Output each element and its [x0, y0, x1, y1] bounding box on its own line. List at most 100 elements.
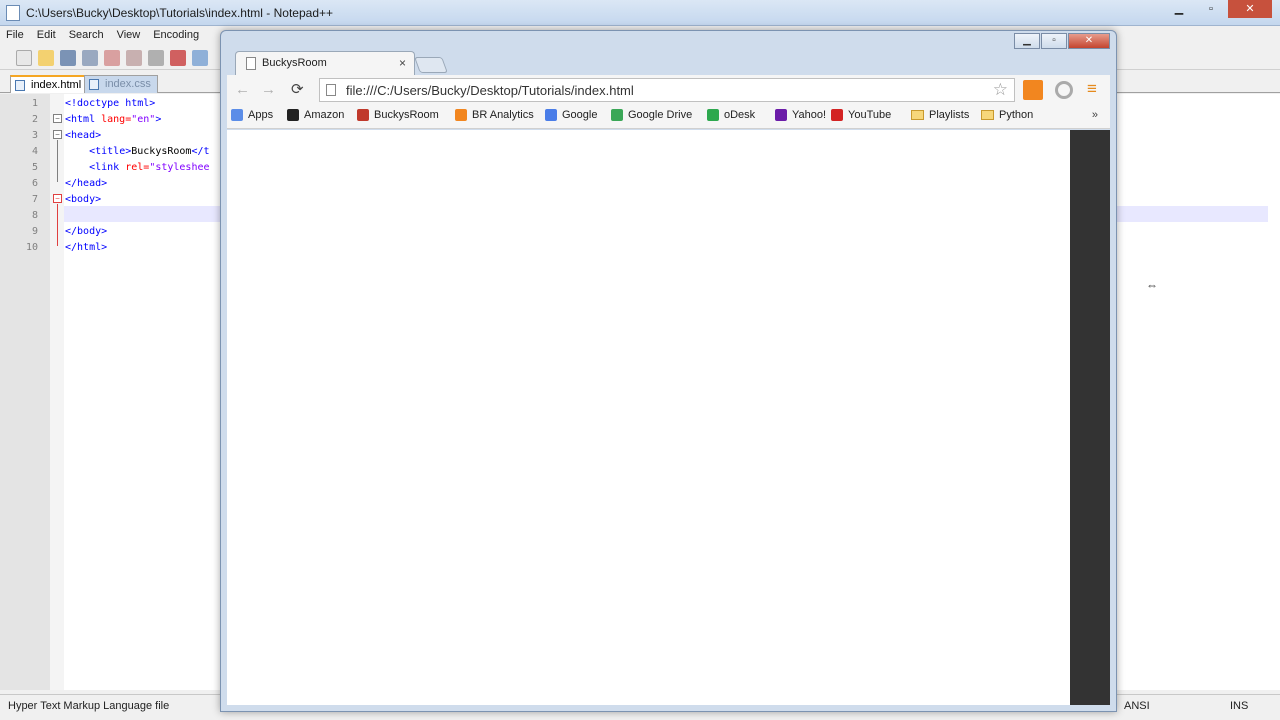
tab-label: index.html [31, 79, 82, 91]
code-line[interactable]: </head> [65, 178, 107, 189]
bookmark-yahoo[interactable]: Yahoo! [775, 109, 826, 121]
close-button[interactable]: ✕ [1228, 0, 1272, 18]
code-line[interactable]: <head> [65, 130, 101, 141]
status-file-type: Hyper Text Markup Language file [8, 700, 170, 712]
code-line[interactable]: <title>BuckysRoom</t [65, 146, 209, 157]
bookmark-apps[interactable]: Apps [231, 109, 273, 121]
buckysroom-icon [357, 109, 369, 121]
menu-encoding[interactable]: Encoding [153, 27, 199, 45]
code-attr: lang= [101, 114, 132, 125]
fold-toggle-icon[interactable]: − [53, 194, 62, 203]
line-number: 8 [31, 210, 38, 221]
bookmarks-bar: Apps Amazon BuckysRoom BR Analytics Google Go… [227, 105, 1110, 129]
fold-margin [50, 94, 64, 690]
menu-file[interactable]: File [6, 27, 24, 45]
close-all-icon[interactable] [126, 49, 142, 66]
bookmarks-more-icon[interactable]: » [1092, 109, 1098, 121]
chrome-window: ▁ ▫ ✕ BuckysRoom × ← → ⟳ file:///C:/User… [220, 30, 1117, 712]
save-all-icon[interactable] [82, 49, 98, 66]
menu-view[interactable]: View [117, 27, 141, 45]
analytics-extension-icon[interactable] [1023, 80, 1043, 100]
code-tag-open: <title> [89, 146, 132, 157]
bookmark-google[interactable]: Google [545, 109, 597, 121]
code-tag-open: <link [89, 162, 126, 173]
file-icon [89, 79, 99, 90]
notepadpp-titlebar: C:\Users\Bucky\Desktop\Tutorials\index.h… [0, 0, 1280, 26]
odesk-icon [707, 109, 719, 121]
bookmark-python[interactable]: Python [981, 109, 1033, 121]
tab-index-css[interactable]: index.css [84, 75, 158, 93]
back-arrow-icon[interactable]: ← [235, 81, 250, 98]
chrome-maximize-button[interactable]: ▫ [1041, 33, 1067, 49]
address-bar[interactable]: file:///C:/Users/Bucky/Desktop/Tutorials… [319, 78, 1015, 102]
line-number: 2 [31, 114, 38, 125]
google-icon [545, 109, 557, 121]
analytics-icon [455, 109, 467, 121]
close-file-icon[interactable] [104, 49, 120, 66]
menu-edit[interactable]: Edit [37, 27, 56, 45]
chrome-close-button[interactable]: ✕ [1068, 33, 1110, 49]
code-line[interactable]: <link rel="styleshee [65, 162, 210, 173]
fold-toggle-icon[interactable]: − [53, 130, 62, 139]
save-icon[interactable] [60, 49, 76, 66]
print-icon[interactable] [148, 49, 164, 66]
extension-icon[interactable] [1055, 81, 1073, 99]
bookmark-amazon[interactable]: Amazon [287, 109, 344, 121]
code-tag-open: <!doctype html> [65, 98, 156, 109]
line-number: 5 [31, 162, 38, 173]
bookmark-playlists[interactable]: Playlists [911, 109, 969, 121]
code-tag-open: </body> [65, 226, 108, 237]
code-line[interactable]: </body> [65, 226, 107, 237]
code-line[interactable]: <html lang="en"> [65, 114, 161, 125]
tab-label: index.css [105, 78, 151, 90]
bookmark-youtube[interactable]: YouTube [831, 109, 891, 121]
yahoo-icon [775, 109, 787, 121]
fold-toggle-icon[interactable]: − [53, 114, 62, 123]
code-attr: rel= [125, 162, 150, 173]
bookmark-br-analytics[interactable]: BR Analytics [455, 109, 534, 121]
fold-line [57, 204, 58, 246]
chrome-minimize-button[interactable]: ▁ [1014, 33, 1040, 49]
bookmark-odesk[interactable]: oDesk [707, 109, 755, 121]
tab-close-icon[interactable]: × [399, 56, 406, 70]
apps-icon [231, 109, 243, 121]
new-file-icon[interactable] [16, 49, 32, 66]
menu-search[interactable]: Search [69, 27, 104, 45]
forward-arrow-icon[interactable]: → [261, 81, 276, 98]
bookmark-buckysroom[interactable]: BuckysRoom [357, 109, 439, 121]
browser-tab[interactable]: BuckysRoom × [235, 51, 415, 75]
amazon-icon [287, 109, 299, 121]
maximize-button[interactable]: ▫ [1196, 0, 1226, 18]
code-line[interactable]: </html> [65, 242, 107, 253]
line-number: 3 [31, 130, 38, 141]
bookmark-label: YouTube [848, 109, 892, 121]
cut-icon[interactable] [170, 49, 186, 66]
copy-icon[interactable] [192, 49, 208, 66]
code-line[interactable]: <body> [65, 194, 101, 205]
bookmark-star-icon[interactable]: ☆ [993, 80, 1008, 100]
open-file-icon[interactable] [38, 49, 54, 66]
code-val: "styleshee [149, 162, 210, 173]
minimize-button[interactable]: ▁ [1164, 0, 1194, 18]
line-number: 10 [25, 242, 38, 253]
line-number: 4 [31, 146, 38, 157]
code-tag-open: <html [65, 114, 102, 125]
tab-index-html[interactable]: index.html [10, 75, 89, 93]
code-tag-open: <body> [65, 194, 102, 205]
drive-icon [611, 109, 623, 121]
page-content[interactable] [227, 130, 1070, 705]
bookmark-google-drive[interactable]: Google Drive [611, 109, 692, 121]
reload-icon[interactable]: ⟳ [291, 80, 304, 98]
folder-icon [981, 110, 994, 120]
new-tab-button[interactable] [414, 57, 448, 73]
page-icon [246, 57, 256, 70]
chrome-menu-icon[interactable]: ≡ [1087, 80, 1097, 98]
tab-title: BuckysRoom [262, 57, 327, 69]
code-line[interactable]: <!doctype html> [65, 98, 155, 109]
code-tag-close: > [155, 114, 162, 125]
status-encoding: ANSI [1124, 700, 1150, 712]
url-text[interactable]: file:///C:/Users/Bucky/Desktop/Tutorials… [346, 83, 634, 98]
mouse-cursor-icon: ⇔ [1146, 278, 1158, 292]
bookmark-label: Playlists [929, 109, 970, 121]
